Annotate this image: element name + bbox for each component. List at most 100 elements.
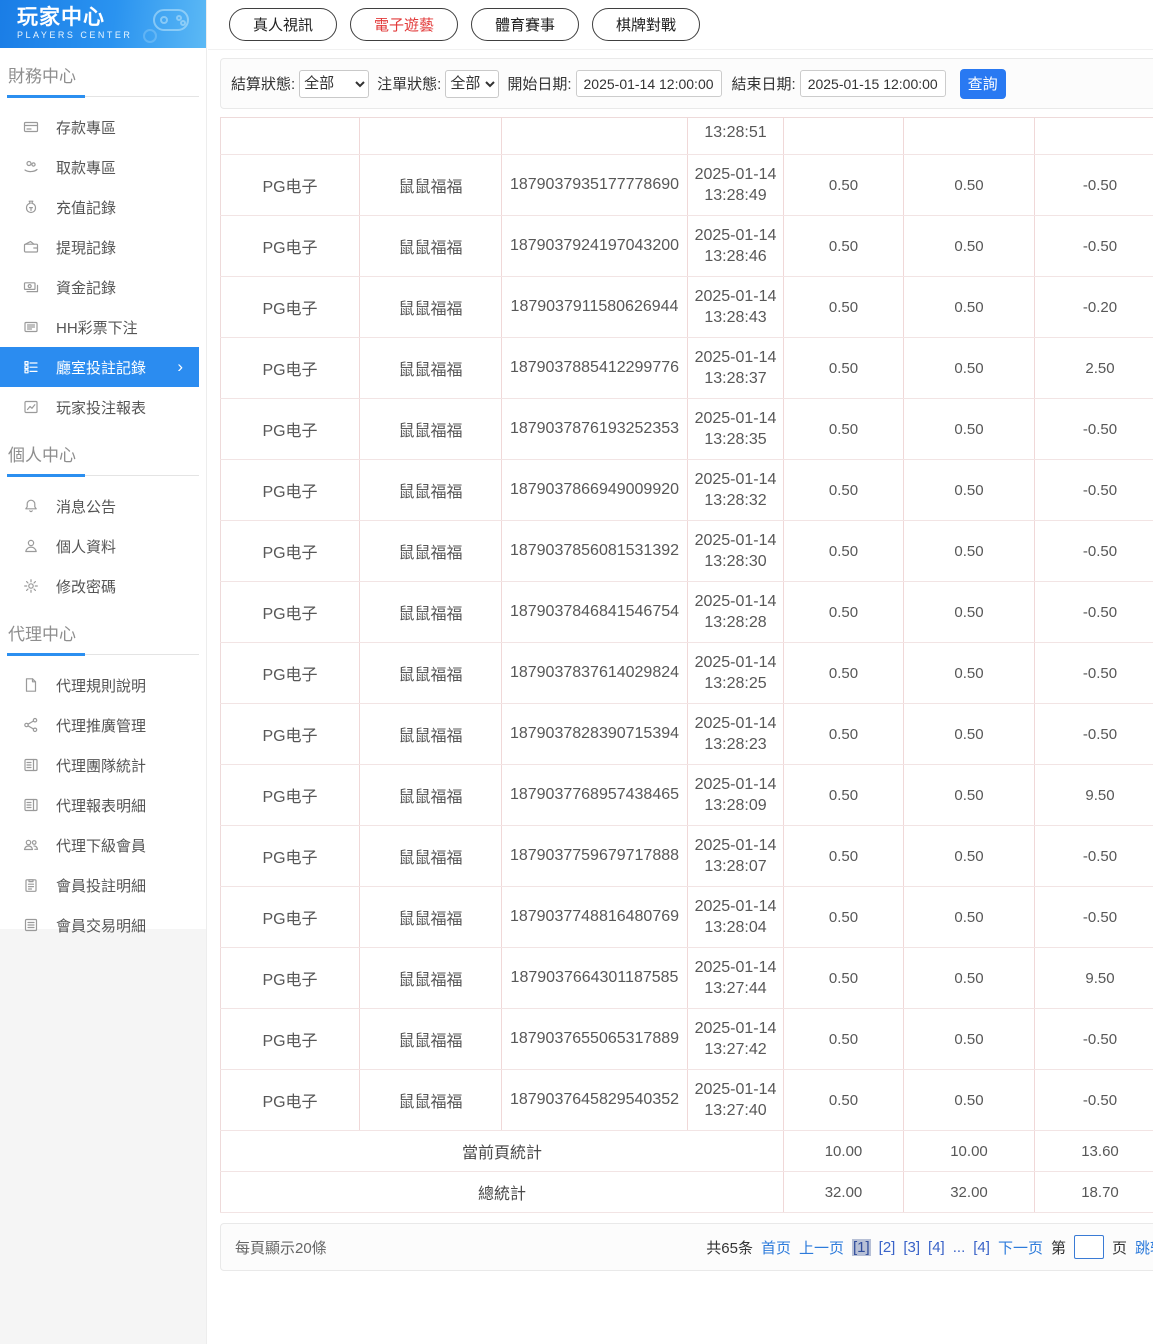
table-row: PG电子 鼠鼠福福 1879037866949009920 2025-01-14 13:…	[220, 459, 1153, 521]
first-page-link[interactable]: 首页	[761, 1237, 791, 1258]
jump-button[interactable]: 跳转	[1135, 1237, 1153, 1258]
cell-order-no: 1879037935177778690	[501, 154, 688, 216]
next-page-link[interactable]: 下一页	[998, 1237, 1043, 1258]
end-date-input[interactable]	[799, 70, 946, 97]
sidebar-item[interactable]: 提現記錄	[0, 227, 206, 267]
sidebar-item-label: 充值記錄	[56, 199, 117, 217]
sidebar-item[interactable]: 消息公告	[0, 486, 206, 526]
cell-time: 13:28:09	[704, 797, 767, 814]
cell-profit: -0.50	[1034, 215, 1153, 277]
cell-order-no: 1879037856081531392	[501, 520, 688, 582]
sidebar-item[interactable]: 代理推廣管理	[0, 705, 206, 745]
page-link-[4][interactable]: [4]	[928, 1239, 945, 1256]
cell-date: 2025-01-14	[694, 471, 777, 488]
tab-2[interactable]: 電子遊藝	[350, 8, 459, 41]
sidebar-item-label: 取款專區	[56, 159, 117, 177]
cell-bet: 0.50	[783, 1069, 904, 1131]
report-icon	[23, 797, 39, 813]
summary-total-valid: 32.00	[903, 1171, 1035, 1213]
order-status-select[interactable]: 全部	[445, 69, 500, 98]
cell-game: 鼠鼠福福	[359, 1069, 502, 1131]
sidebar-item[interactable]: 玩家投注報表	[0, 387, 206, 427]
tab-4[interactable]: 棋牌對戰	[592, 8, 701, 41]
sidebar-item[interactable]: 代理規則說明	[0, 665, 206, 705]
cell-profit: -0.50	[1034, 398, 1153, 460]
start-date-input[interactable]	[575, 70, 722, 97]
sidebar-item-label: 代理團隊統計	[56, 757, 147, 775]
cell-game	[359, 117, 502, 155]
page-link-[2][interactable]: [2]	[879, 1239, 896, 1256]
sidebar-item[interactable]: 資金記錄	[0, 267, 206, 307]
sidebar-item[interactable]: HH彩票下注	[0, 307, 206, 347]
sidebar-item[interactable]: 廳室投註記錄 ›	[0, 347, 199, 387]
cell-bet: 0.50	[783, 459, 904, 521]
cell-bet: 0.50	[783, 947, 904, 1009]
table-row-partial: 13:28:51	[220, 117, 1153, 155]
cell-bet: 0.50	[783, 703, 904, 765]
prev-page-link[interactable]: 上一页	[799, 1237, 844, 1258]
cell-datetime: 2025-01-14 13:28:32	[687, 459, 784, 521]
cell-valid-bet	[903, 117, 1035, 155]
summary-page-valid: 10.00	[903, 1130, 1035, 1172]
cell-time: 13:28:04	[704, 919, 767, 936]
cell-datetime: 2025-01-14 13:28:09	[687, 764, 784, 826]
page-link-[4][interactable]: [4]	[973, 1239, 990, 1256]
sidebar-item[interactable]: 會員交易明細	[0, 905, 206, 945]
gear-icon	[23, 578, 39, 594]
sidebar-item[interactable]: 代理報表明細	[0, 785, 206, 825]
cell-datetime: 2025-01-14 13:28:46	[687, 215, 784, 277]
cell-profit: -0.50	[1034, 642, 1153, 704]
sidebar-item[interactable]: 取款專區	[0, 147, 206, 187]
page-link-...[interactable]: ...	[953, 1239, 966, 1256]
sidebar-section-items: 代理規則說明 代理推廣管理代理團隊統計代理報表明細 代理下級會員會員投註明細會員交易…	[0, 665, 206, 945]
cell-provider: PG电子	[220, 947, 360, 1009]
cell-date: 2025-01-14	[694, 1081, 777, 1098]
sidebar-section-title: 財務中心	[7, 58, 199, 98]
cell-order-no: 1879037645829540352	[501, 1069, 688, 1131]
cell-order-no: 1879037924197043200	[501, 215, 688, 277]
cell-bet: 0.50	[783, 764, 904, 826]
jump-prefix-label: 第	[1050, 1239, 1066, 1257]
sidebar-section-items: 存款專區取款專區充值記錄提現記錄資金記錄 HH彩票下注 廳室投註記錄 › 玩家投注報表	[0, 107, 206, 427]
cell-order-no: 1879037664301187585	[501, 947, 688, 1009]
sidebar-item-label: 會員投註明細	[56, 877, 147, 895]
cell-provider: PG电子	[220, 1069, 360, 1131]
cell-game: 鼠鼠福福	[359, 947, 502, 1009]
sidebar-item[interactable]: 充值記錄	[0, 187, 206, 227]
page-link-[3][interactable]: [3]	[903, 1239, 920, 1256]
cell-date: 2025-01-14	[694, 532, 777, 549]
search-button[interactable]: 查詢	[959, 68, 1006, 99]
users-icon	[23, 837, 39, 853]
cell-provider: PG电子	[220, 337, 360, 399]
sidebar-item-label: 提現記錄	[56, 239, 117, 257]
settle-status-select[interactable]: 全部	[299, 69, 370, 98]
cell-bet: 0.50	[783, 825, 904, 887]
cell-order-no: 1879037768957438465	[501, 764, 688, 826]
cell-game: 鼠鼠福福	[359, 337, 502, 399]
cell-datetime: 2025-01-14 13:27:44	[687, 947, 784, 1009]
cell-time: 13:28:43	[704, 309, 767, 326]
cell-profit: -0.50	[1034, 520, 1153, 582]
bell-icon	[23, 498, 39, 514]
cell-valid-bet: 0.50	[903, 276, 1035, 338]
sidebar-item[interactable]: 修改密碼	[0, 566, 206, 606]
summary-page-bet: 10.00	[783, 1130, 904, 1172]
page-link-[1][interactable]: [1]	[851, 1238, 871, 1256]
tab-3[interactable]: 體育賽事	[471, 8, 580, 41]
sidebar-item[interactable]: 代理下級會員	[0, 825, 206, 865]
tab-1[interactable]: 真人視訊	[229, 8, 338, 41]
main-content: 真人視訊 電子遊藝 體育賽事 棋牌對戰 結算狀態: 全部 注單狀態: 全部 開始日期:…	[208, 0, 1153, 1344]
cell-profit: 9.50	[1034, 764, 1153, 826]
cell-profit: -0.50	[1034, 886, 1153, 948]
cell-time: 13:28:37	[704, 370, 767, 387]
sidebar-item-label: 消息公告	[56, 498, 117, 516]
sidebar-item[interactable]: 會員投註明細	[0, 865, 206, 905]
cell-provider: PG电子	[220, 398, 360, 460]
sidebar-item[interactable]: 個人資料	[0, 526, 206, 566]
sidebar-item[interactable]: 代理團隊統計	[0, 745, 206, 785]
sidebar-item[interactable]: 存款專區	[0, 107, 206, 147]
table-row: PG电子 鼠鼠福福 1879037935177778690 2025-01-14 13:…	[220, 154, 1153, 216]
jump-page-input[interactable]	[1073, 1235, 1104, 1259]
cell-datetime: 2025-01-14 13:28:30	[687, 520, 784, 582]
cell-bet: 0.50	[783, 642, 904, 704]
